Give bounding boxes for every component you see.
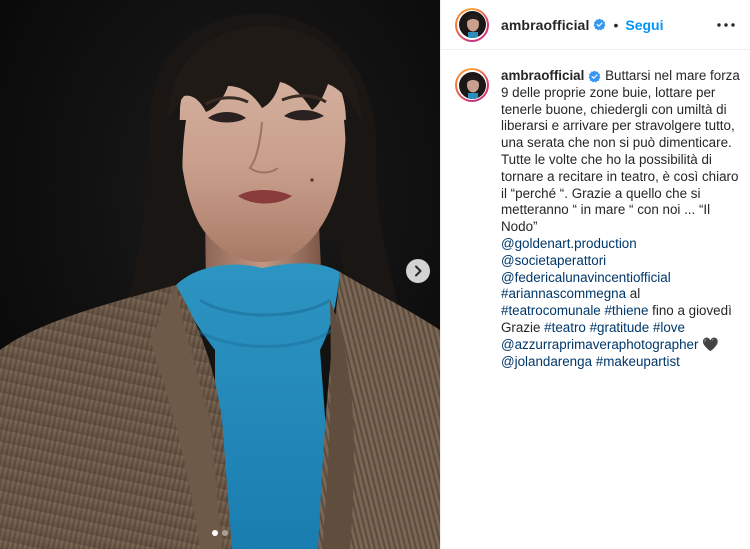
mention-goldenart[interactable]: @goldenart.production xyxy=(501,236,637,251)
carousel-dot-active xyxy=(212,530,218,536)
caption-body: Buttarsi nel mare forza 9 delle proprie … xyxy=(501,68,744,235)
verified-badge-icon xyxy=(588,70,601,83)
avatar-image xyxy=(458,11,486,38)
caption-text-al: al xyxy=(626,286,641,302)
post-media[interactable] xyxy=(0,0,440,549)
hashtag-teatro[interactable]: #teatro xyxy=(544,320,586,335)
caption-text-grazie: Grazie xyxy=(501,319,545,335)
verified-badge-icon xyxy=(593,18,606,31)
next-slide-button[interactable] xyxy=(406,259,430,283)
more-options-button[interactable] xyxy=(716,15,736,35)
caption-avatar[interactable] xyxy=(455,68,489,102)
mention-azzurraprimavera[interactable]: @azzurraprimaveraphotographer xyxy=(501,337,698,352)
follow-button[interactable]: Segui xyxy=(625,17,663,33)
hashtag-love[interactable]: #love xyxy=(653,320,685,335)
separator-dot: • xyxy=(613,16,619,33)
mention-jolandarenga[interactable]: @jolandarenga xyxy=(501,354,592,369)
caption-text-fino: fino a giovedì xyxy=(648,303,732,319)
carousel-dot xyxy=(222,530,228,536)
username-link[interactable]: ambraofficial xyxy=(501,17,589,33)
post-header: ambraofficial • Segui xyxy=(441,0,750,50)
caption-text: ambraofficial Buttarsi nel mare forza 9 … xyxy=(501,68,745,370)
chevron-right-icon xyxy=(415,265,422,277)
mention-federicalunavincenti[interactable]: @federicalunavincentiofficial xyxy=(501,270,671,285)
black-heart-emoji: 🖤 xyxy=(698,336,719,352)
mention-societaperattori[interactable]: @societaperattori xyxy=(501,253,606,268)
post-caption: ambraofficial Buttarsi nel mare forza 9 … xyxy=(455,68,745,370)
carousel-indicator xyxy=(0,530,440,536)
hashtag-thiene[interactable]: #thiene xyxy=(604,303,648,318)
avatar[interactable] xyxy=(455,7,489,42)
avatar-image xyxy=(458,71,486,99)
post-details-panel: ambraofficial • Segui ambraofficial Butt… xyxy=(440,0,750,549)
post-photo xyxy=(0,0,440,549)
hashtag-ariannascommegna[interactable]: #ariannascommegna xyxy=(501,286,626,301)
more-horizontal-icon xyxy=(717,23,735,27)
hashtag-makeupartist[interactable]: #makeupartist xyxy=(596,354,680,369)
caption-username[interactable]: ambraofficial xyxy=(501,68,584,83)
hashtag-teatrocomunale[interactable]: #teatrocomunale xyxy=(501,303,601,318)
hashtag-gratitude[interactable]: #gratitude xyxy=(590,320,650,335)
